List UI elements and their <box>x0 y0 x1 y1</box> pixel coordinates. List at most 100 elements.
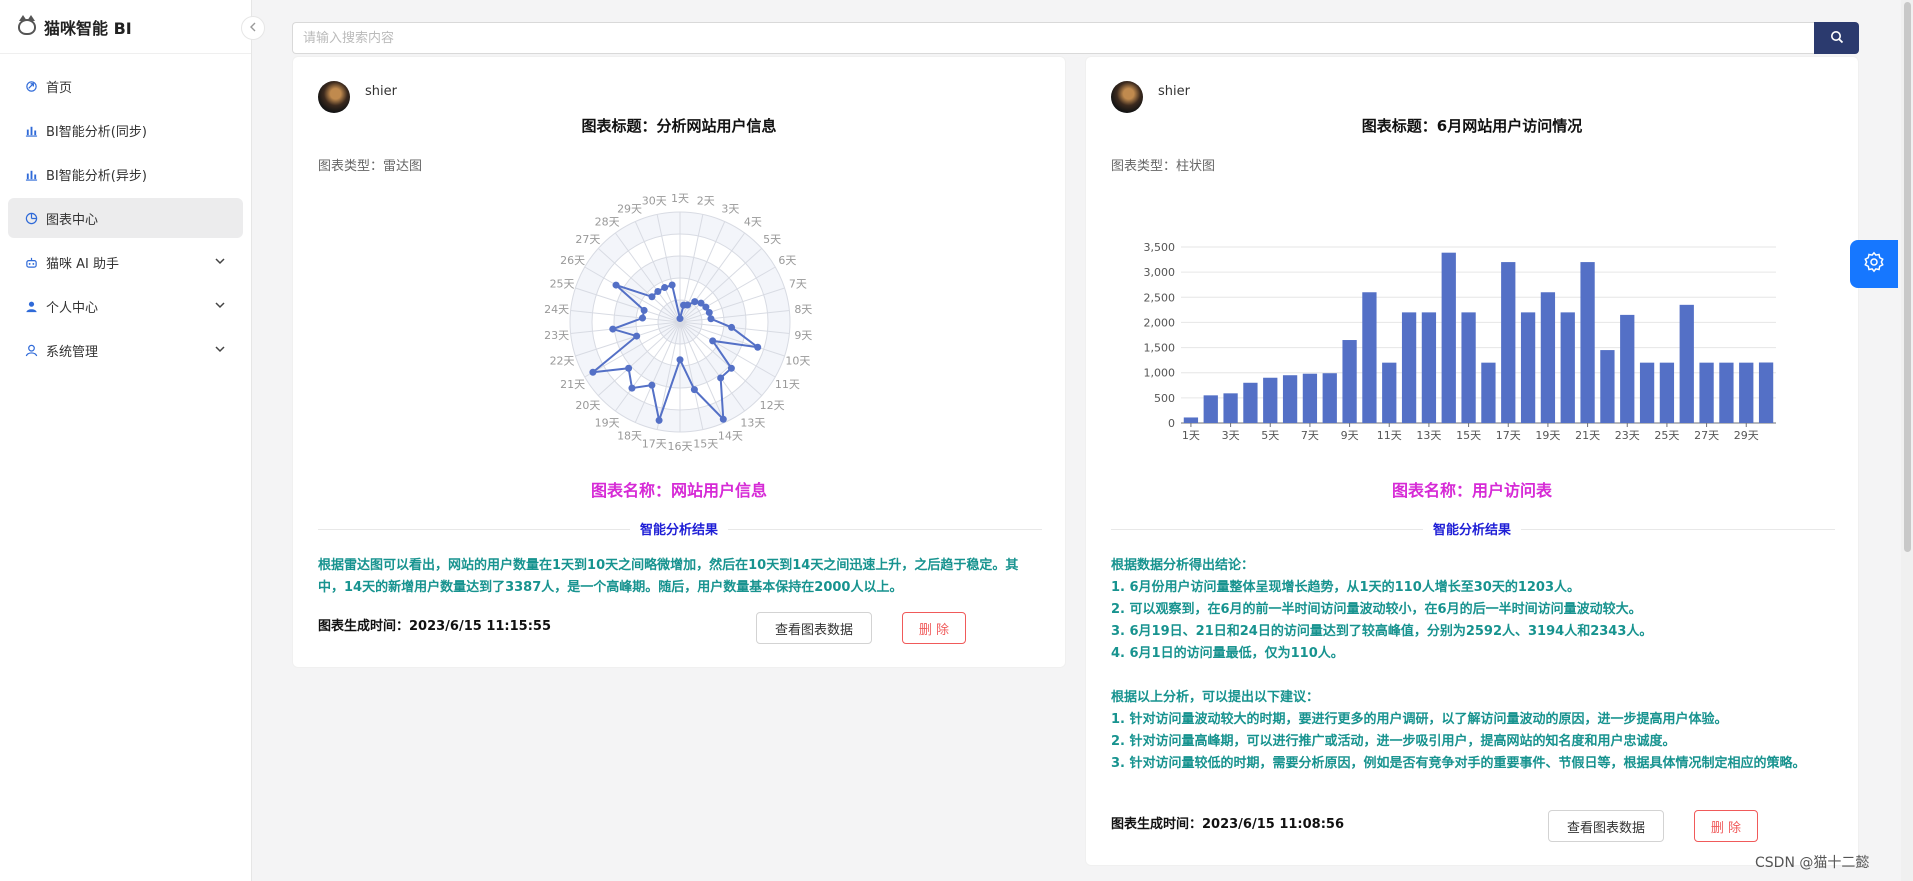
page-scrollbar[interactable] <box>1901 0 1913 881</box>
watermark: CSDN @猫十二懿 <box>1755 855 1870 871</box>
analysis-line: 4. 6月1日的访问量最低，仅为110人。 <box>1111 646 1344 661</box>
chart-title: 图表标题：6月网站用户访问情况 <box>1361 117 1583 135</box>
sidebar-item-ai-assistant[interactable]: 猫咪 AI 助手 <box>8 242 243 282</box>
radar-point <box>754 343 762 351</box>
user-icon <box>24 299 38 313</box>
username: shier <box>1158 84 1190 99</box>
sidebar-collapse-button[interactable] <box>241 16 265 40</box>
generation-time: 图表生成时间：2023/6/15 11:15:55 <box>318 619 552 634</box>
radar-axis-label: 22天 <box>550 354 575 367</box>
x-tick-label: 29天 <box>1734 429 1759 442</box>
sidebar-item-chart-center[interactable]: 图表中心 <box>8 198 243 238</box>
radar-axis-label: 25天 <box>550 278 575 291</box>
radar-point <box>717 374 725 382</box>
view-chart-data-button[interactable]: 查看图表数据 <box>1548 810 1664 842</box>
radar-point <box>727 364 735 372</box>
analysis-line: 根据雷达图可以看出，网站的用户数量在1天到10天之间略微增加，然后在10天到14… <box>318 558 1019 595</box>
radar-axis-label: 9天 <box>794 329 812 342</box>
bar <box>1302 373 1318 423</box>
x-tick-label: 9天 <box>1341 429 1359 442</box>
radar-axis-label: 6天 <box>778 254 796 267</box>
radar-axis-label: 1天 <box>671 192 689 205</box>
sidebar-item-label: 图表中心 <box>46 212 99 228</box>
radar-point <box>709 337 717 345</box>
chart-card: shier 图表标题：分析网站用户信息 图表类型：雷达图 1天 2天 3天 4天 5天 6… <box>292 56 1066 668</box>
logo[interactable]: 猫咪智能 BI <box>0 0 251 54</box>
bar-chart: 0 500 1,000 1,500 2,000 2,500 3,000 3,500 1天 3天 5天… <box>1144 241 1776 442</box>
analysis-line <box>1111 665 1835 687</box>
chevron-left-icon <box>249 21 257 35</box>
bar <box>1362 292 1377 423</box>
chart-title: 图表标题：分析网站用户信息 <box>581 117 777 135</box>
team-icon <box>24 343 38 357</box>
analysis-line: 根据数据分析得出结论： <box>1111 558 1255 573</box>
bar <box>1679 304 1694 423</box>
sidebar-item-bi-async[interactable]: BI智能分析(异步) <box>8 154 243 194</box>
delete-button[interactable]: 删 除 <box>902 612 966 644</box>
radar-axis-label: 5天 <box>763 233 781 246</box>
x-tick-label: 3天 <box>1222 429 1240 442</box>
gear-icon <box>1863 251 1885 277</box>
bar <box>1441 252 1456 423</box>
radar-axis-label: 16天 <box>668 440 693 453</box>
settings-button[interactable] <box>1850 240 1898 288</box>
radar-point <box>707 315 715 323</box>
chevron-down-icon <box>215 343 225 357</box>
sidebar-item-system[interactable]: 系统管理 <box>8 330 243 370</box>
x-tick-label: 21天 <box>1575 429 1600 442</box>
radar-point <box>655 416 663 424</box>
chart-name: 图表名称：网站用户信息 <box>590 481 767 500</box>
sidebar-menu: 首页 BI智能分析(同步) BI智能分析(异步) 图表中心 猫咪 AI 助手 个… <box>0 54 251 370</box>
chevron-down-icon <box>215 299 225 313</box>
sidebar-item-label: 首页 <box>46 80 73 96</box>
chart-type: 图表类型：柱状图 <box>1111 159 1216 174</box>
bar <box>1342 340 1357 423</box>
sidebar-item-label: 猫咪 AI 助手 <box>46 256 119 272</box>
y-tick-label: 500 <box>1154 392 1175 405</box>
chart-type: 图表类型：雷达图 <box>318 159 423 174</box>
view-chart-data-button[interactable]: 查看图表数据 <box>756 612 872 644</box>
radar-point <box>589 368 597 376</box>
x-tick-label: 1天 <box>1182 429 1200 442</box>
bar-chart-icon <box>24 167 38 181</box>
bar <box>1282 375 1298 423</box>
radar-point <box>640 306 648 314</box>
bar <box>1659 362 1675 423</box>
bar <box>1481 362 1496 423</box>
y-tick-label: 2,500 <box>1144 291 1176 304</box>
bar <box>1461 312 1476 423</box>
radar-axis-label: 26天 <box>560 254 585 267</box>
analysis-heading: 智能分析结果 <box>1086 519 1858 538</box>
delete-button[interactable]: 删 除 <box>1694 810 1758 842</box>
x-tick-label: 13天 <box>1416 429 1441 442</box>
radar-axis-label: 2天 <box>697 195 715 208</box>
search-input[interactable] <box>292 22 1814 54</box>
radar-axis-label: 11天 <box>775 378 800 391</box>
robot-icon <box>24 255 38 269</box>
radar-chart: 1天 2天3天4天5天6天7天8天9天10天11天12天13天14天15天16天1… <box>544 192 812 453</box>
sidebar-item-label: 个人中心 <box>46 300 99 316</box>
radar-axis-label: 23天 <box>544 329 569 342</box>
search-button[interactable] <box>1814 22 1859 54</box>
pie-chart-icon <box>24 211 38 225</box>
sidebar-item-label: BI智能分析(同步) <box>46 124 147 140</box>
x-tick-label: 7天 <box>1301 429 1319 442</box>
y-tick-label: 1,000 <box>1144 367 1176 380</box>
radar-axis-label: 20天 <box>575 399 600 412</box>
analysis-line: 2. 可以观察到，在6月的前一半时间访问量波动较小，在6月的后一半时间访问量波动… <box>1111 602 1642 617</box>
analysis-text: 根据雷达图可以看出，网站的用户数量在1天到10天之间略微增加，然后在10天到14… <box>318 555 1042 599</box>
radar-axis-label: 10天 <box>785 354 810 367</box>
scrollbar-thumb[interactable] <box>1904 2 1911 552</box>
bar <box>1758 362 1774 423</box>
sidebar-item-home[interactable]: 首页 <box>8 66 243 106</box>
radar-axis-label: 7天 <box>789 278 807 291</box>
cat-logo-icon <box>18 14 36 35</box>
home-icon <box>24 79 38 93</box>
avatar <box>318 81 350 113</box>
radar-point <box>676 356 684 364</box>
y-tick-label: 2,000 <box>1144 316 1176 329</box>
sidebar-item-personal[interactable]: 个人中心 <box>8 286 243 326</box>
radar-axis-label: 13天 <box>740 416 765 429</box>
radar-point <box>705 308 713 316</box>
sidebar-item-bi-sync[interactable]: BI智能分析(同步) <box>8 110 243 150</box>
